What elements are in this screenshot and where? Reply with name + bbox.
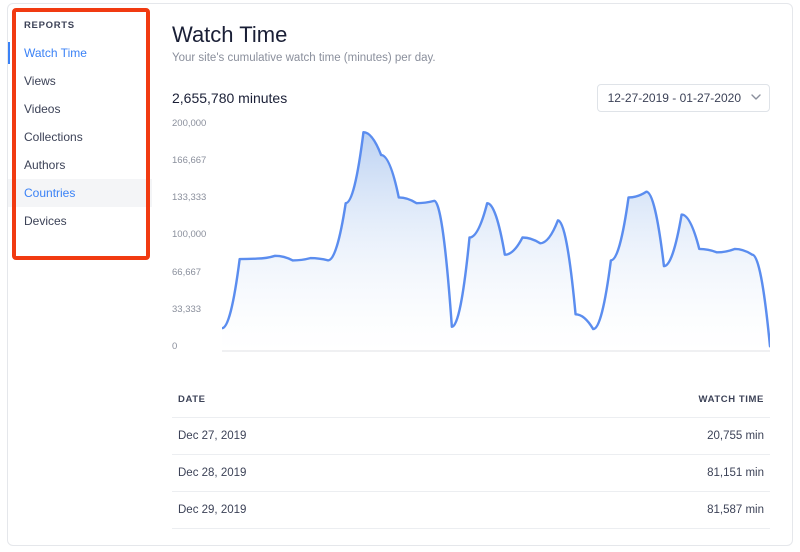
table-cell-watch-time: 81,151 min bbox=[707, 467, 764, 479]
chart-y-tick: 100,000 bbox=[172, 229, 218, 240]
chart-y-tick: 166,667 bbox=[172, 155, 218, 166]
table-row: Dec 28, 2019 81,151 min bbox=[172, 455, 770, 492]
sidebar-item-label: Authors bbox=[24, 158, 65, 172]
table-cell-date: Dec 27, 2019 bbox=[178, 430, 246, 442]
sidebar-item-label: Videos bbox=[24, 102, 60, 116]
chart-plot bbox=[222, 123, 770, 352]
watch-time-chart: 200,000 166,667 133,333 100,000 66,667 33,333… bbox=[172, 118, 770, 368]
table-cell-date: Dec 29, 2019 bbox=[178, 504, 246, 516]
table-cell-watch-time: 20,755 min bbox=[707, 430, 764, 442]
table-col-watch-time: WATCH TIME bbox=[699, 394, 764, 405]
table-header: DATE WATCH TIME bbox=[172, 382, 770, 418]
sidebar-title: REPORTS bbox=[8, 20, 152, 39]
table-row: Dec 29, 2019 81,587 min bbox=[172, 492, 770, 529]
data-table: DATE WATCH TIME Dec 27, 201920,755 minDe… bbox=[172, 382, 770, 529]
date-range-label: 12-27-2019 - 01-27-2020 bbox=[608, 91, 741, 105]
chart-y-tick: 66,667 bbox=[172, 267, 218, 278]
table-cell-date: Dec 28, 2019 bbox=[178, 467, 246, 479]
chart-y-axis: 200,000 166,667 133,333 100,000 66,667 33,333… bbox=[172, 118, 218, 352]
sidebar-item-authors[interactable]: Authors bbox=[8, 151, 152, 179]
date-range-picker[interactable]: 12-27-2019 - 01-27-2020 bbox=[597, 84, 770, 112]
sidebar-item-devices[interactable]: Devices bbox=[8, 207, 152, 235]
page-subtitle: Your site's cumulative watch time (minut… bbox=[172, 52, 770, 64]
sidebar-item-label: Collections bbox=[24, 130, 83, 144]
sidebar-item-label: Views bbox=[24, 74, 56, 88]
sidebar-item-watch-time[interactable]: Watch Time bbox=[8, 39, 152, 67]
sidebar-item-label: Devices bbox=[24, 214, 67, 228]
chart-y-tick: 0 bbox=[172, 341, 218, 352]
sidebar-item-countries[interactable]: Countries bbox=[8, 179, 152, 207]
summary-row: 2,655,780 minutes 12-27-2019 - 01-27-202… bbox=[172, 84, 770, 112]
chart-y-tick: 200,000 bbox=[172, 118, 218, 129]
sidebar-item-label: Watch Time bbox=[24, 46, 87, 60]
app-frame: REPORTS Watch Time Views Videos Collections… bbox=[7, 3, 793, 546]
chevron-down-icon bbox=[751, 94, 759, 102]
sidebar-item-views[interactable]: Views bbox=[8, 67, 152, 95]
sidebar-item-collections[interactable]: Collections bbox=[8, 123, 152, 151]
total-watch-time: 2,655,780 minutes bbox=[172, 90, 287, 106]
sidebar-item-videos[interactable]: Videos bbox=[8, 95, 152, 123]
table-col-date: DATE bbox=[178, 394, 206, 405]
sidebar-item-label: Countries bbox=[24, 186, 75, 200]
page-title: Watch Time bbox=[172, 22, 770, 48]
chart-y-tick: 133,333 bbox=[172, 192, 218, 203]
table-row: Dec 27, 2019 20,755 min bbox=[172, 418, 770, 455]
chart-y-tick: 33,333 bbox=[172, 304, 218, 315]
main-content: Watch Time Your site's cumulative watch … bbox=[152, 4, 792, 545]
table-cell-watch-time: 81,587 min bbox=[707, 504, 764, 516]
sidebar: REPORTS Watch Time Views Videos Collections… bbox=[8, 4, 152, 545]
